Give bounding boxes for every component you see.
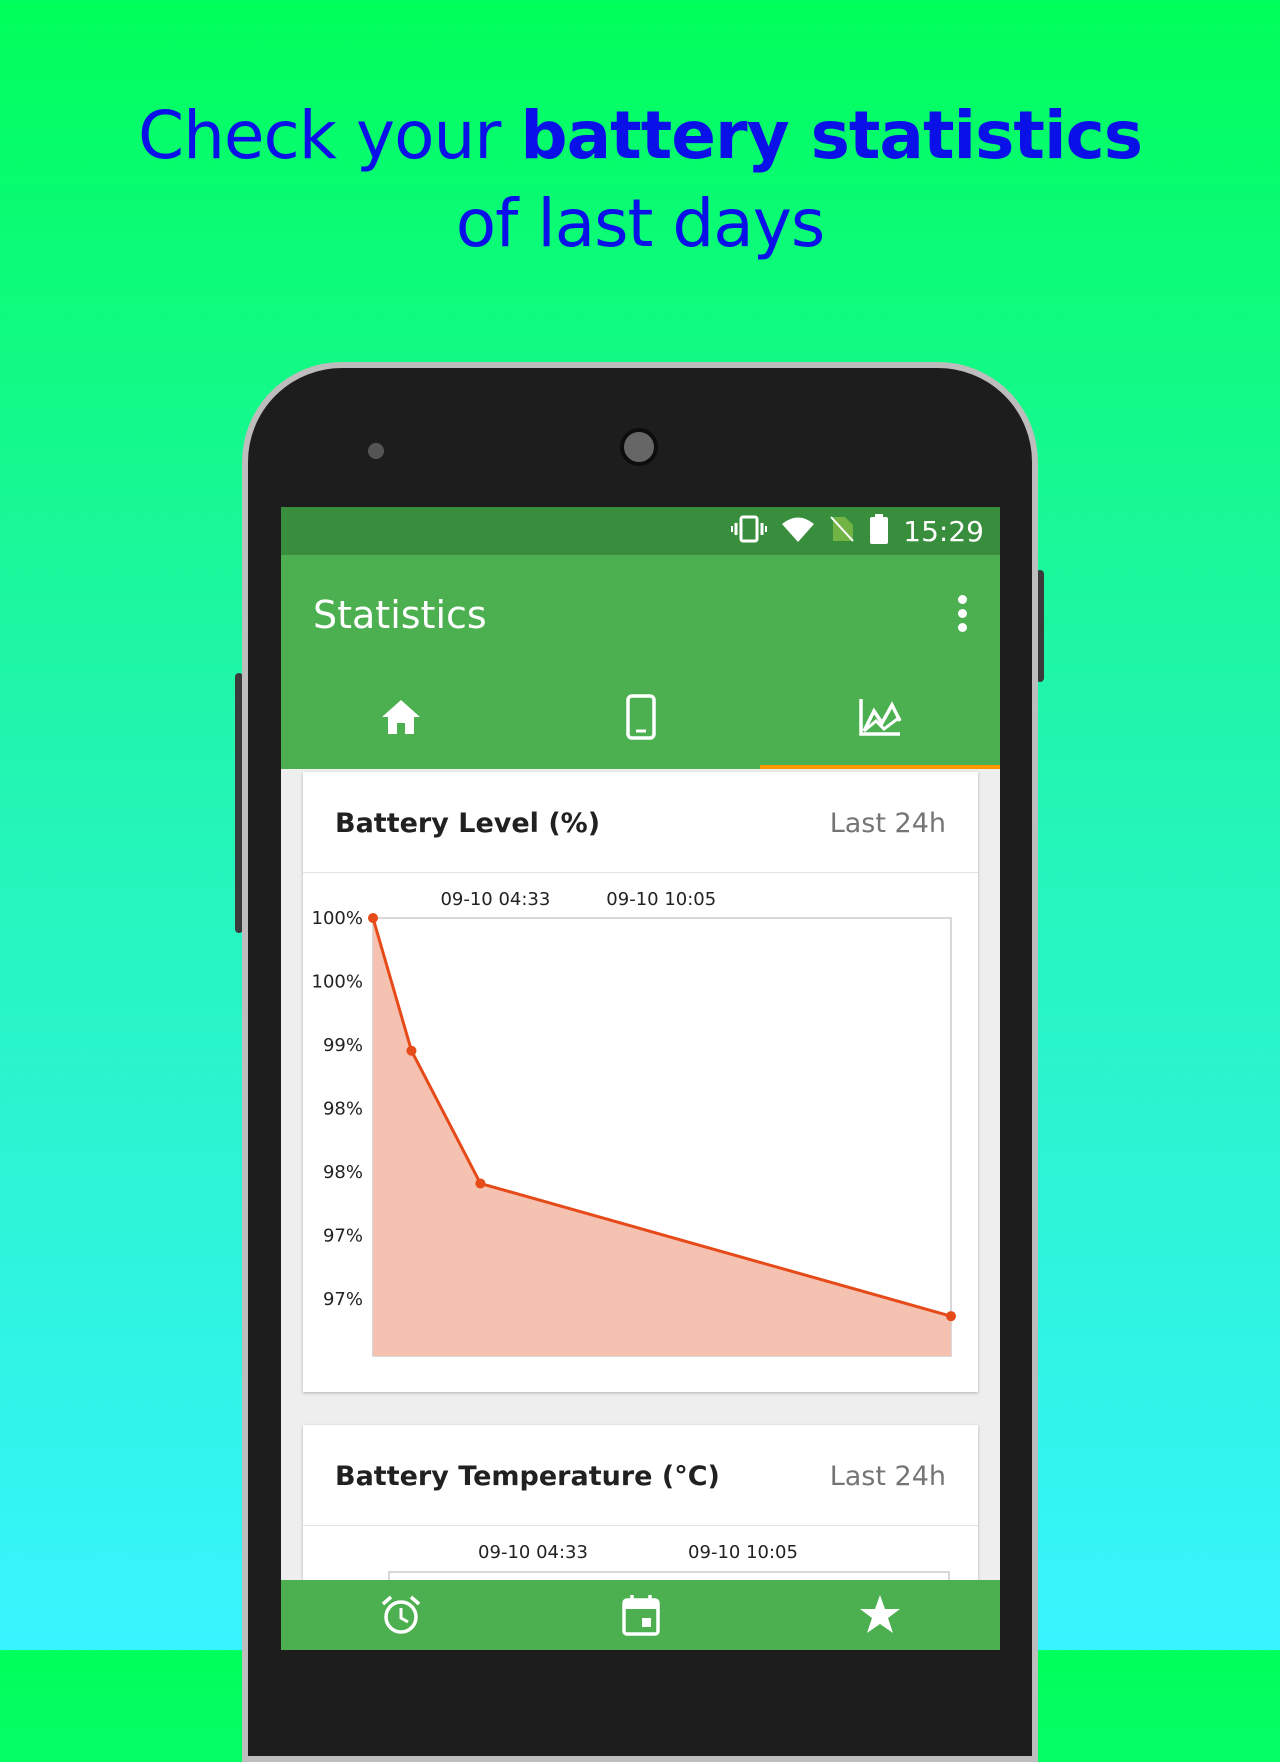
y-tick-label: 99% [323,1035,363,1056]
status-time: 15:29 [903,514,984,548]
y-tick-label: 100% [312,908,363,929]
card-header: Battery Temperature (°C) Last 24h [303,1425,978,1526]
bottom-nav-calendar[interactable] [521,1580,761,1650]
bottom-nav-alarm[interactable] [281,1580,521,1650]
data-point [946,1311,956,1322]
status-bar: 15:29 [281,507,1000,555]
home-icon [380,698,422,741]
vibrate-icon [731,515,768,548]
phone-camera [620,428,658,466]
more-vert-icon[interactable] [956,595,968,635]
tab-device[interactable] [521,669,761,769]
card-range[interactable]: Last 24h [830,808,946,839]
data-point [406,1045,417,1056]
star-icon [859,1594,901,1639]
bottom-navigation [281,1580,1000,1650]
phone-icon [625,693,656,745]
y-tick-label: 98% [323,1098,363,1119]
tab-statistics[interactable] [760,669,1000,769]
promo-line1-prefix: Check your [138,97,521,174]
battery-level-card: Battery Level (%) Last 24h 100% 100% 99% 98… [303,772,978,1392]
promo-line1-bold: battery statistics [520,97,1143,174]
y-tick-label: 97% [323,1225,363,1246]
app-screen: 15:29 Statistics Battery Level (%) Last … [281,507,1000,1650]
promo-line2: of last days [455,185,825,262]
app-bar: Statistics [281,555,1000,669]
y-tick-label: 100% [312,971,363,992]
x-tick-label: 09-10 10:05 [688,1542,798,1563]
y-tick-label: 98% [323,1162,363,1183]
card-range[interactable]: Last 24h [830,1461,946,1492]
data-point [475,1178,486,1189]
battery-icon [869,513,889,549]
bottom-nav-favorites[interactable] [760,1580,1000,1650]
promo-headline: Check your battery statistics of last da… [0,92,1280,268]
card-title: Battery Level (%) [335,808,601,839]
tab-bar [281,669,1000,769]
chart-icon [858,697,902,742]
x-tick-label: 09-10 04:33 [440,889,550,910]
data-point [368,913,378,923]
page-title: Statistics [313,593,487,637]
x-tick-label: 09-10 04:33 [478,1542,588,1563]
tab-home[interactable] [281,669,521,769]
x-tick-label: 09-10 10:05 [606,889,716,910]
phone-sensor [368,443,384,459]
battery-level-chart: 100% 100% 99% 98% 98% 97% 97% 09-10 04:33 09-10 … [312,889,956,1357]
alarm-icon [380,1594,422,1641]
calendar-icon [621,1594,660,1641]
no-sim-icon [829,515,855,548]
wifi-icon [781,515,815,548]
card-header: Battery Level (%) Last 24h [303,772,978,873]
y-tick-label: 97% [323,1289,363,1310]
card-title: Battery Temperature (°C) [335,1461,720,1492]
